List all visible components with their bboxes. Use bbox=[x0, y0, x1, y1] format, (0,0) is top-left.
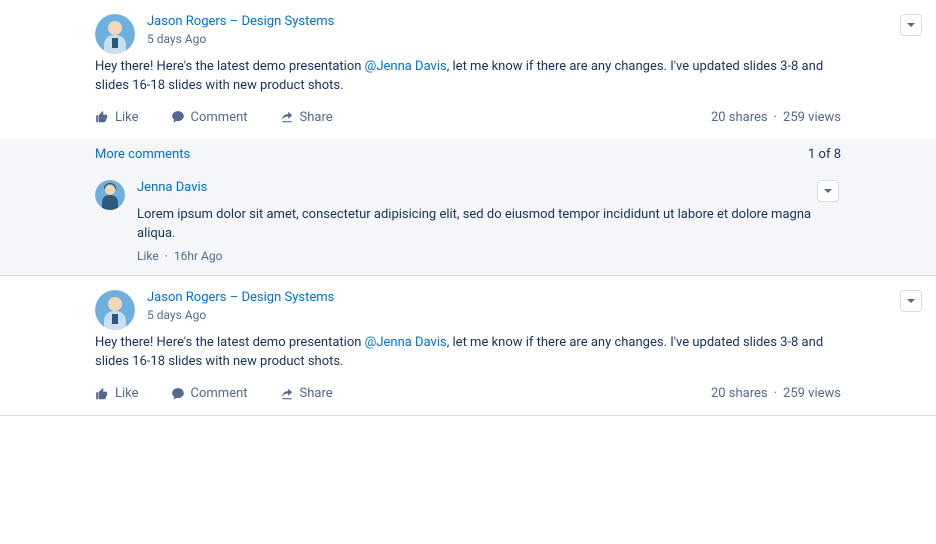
comment-icon bbox=[171, 110, 185, 124]
chevron-down-icon bbox=[823, 186, 833, 196]
avatar[interactable] bbox=[95, 180, 125, 210]
comment-button[interactable]: Comment bbox=[171, 110, 248, 125]
post-body: Hey there! Here's the latest demo presen… bbox=[0, 46, 936, 100]
comment: Jenna Davis Lorem ipsum dolor sit amet, … bbox=[0, 170, 936, 276]
comment-separator: · bbox=[159, 249, 174, 263]
more-comments-bar: More comments 1 of 8 bbox=[0, 139, 936, 170]
stats-separator: · bbox=[768, 386, 783, 401]
like-icon bbox=[95, 110, 109, 124]
mention-link[interactable]: @Jenna Davis bbox=[365, 59, 447, 74]
avatar[interactable] bbox=[95, 14, 135, 54]
post-stats: 20 shares·259 views bbox=[711, 386, 841, 401]
views-count: 259 views bbox=[783, 110, 841, 125]
post-headline: Jason Rogers – Design Systems 5 days Ago bbox=[147, 14, 900, 46]
share-label: Share bbox=[300, 110, 333, 125]
feed-post: Jason Rogers – Design Systems 5 days Ago… bbox=[0, 0, 936, 276]
comment-text: Lorem ipsum dolor sit amet, consectetur … bbox=[137, 206, 841, 244]
like-label: Like bbox=[115, 386, 139, 401]
comments-section: More comments 1 of 8 Jenna Davis bbox=[0, 139, 936, 276]
comment-icon bbox=[171, 387, 185, 401]
post-actions: Like Comment Share 20 shares·259 views bbox=[0, 100, 936, 139]
post-menu-button[interactable] bbox=[900, 290, 922, 312]
share-icon bbox=[280, 387, 294, 401]
like-button[interactable]: Like bbox=[95, 110, 139, 125]
comment-menu-button[interactable] bbox=[817, 180, 839, 202]
comment-timestamp: 16hr Ago bbox=[174, 249, 223, 263]
post-stats: 20 shares·259 views bbox=[711, 110, 841, 125]
like-button[interactable]: Like bbox=[95, 386, 139, 401]
share-icon bbox=[280, 110, 294, 124]
views-count: 259 views bbox=[783, 386, 841, 401]
comment-like-button[interactable]: Like bbox=[137, 249, 159, 263]
post-timestamp: 5 days Ago bbox=[147, 32, 900, 46]
shares-count: 20 shares bbox=[711, 110, 768, 125]
stats-separator: · bbox=[768, 110, 783, 125]
chevron-down-icon bbox=[906, 296, 916, 306]
share-label: Share bbox=[300, 386, 333, 401]
mention-link[interactable]: @Jenna Davis bbox=[365, 335, 447, 350]
author-line: Jason Rogers – Design Systems bbox=[147, 14, 900, 29]
post-body: Hey there! Here's the latest demo presen… bbox=[0, 322, 936, 376]
share-button[interactable]: Share bbox=[280, 110, 333, 125]
shares-count: 20 shares bbox=[711, 386, 768, 401]
author-link[interactable]: Jason Rogers – Design Systems bbox=[147, 14, 334, 29]
share-button[interactable]: Share bbox=[280, 386, 333, 401]
feed-post: Jason Rogers – Design Systems 5 days Ago… bbox=[0, 276, 936, 416]
like-label: Like bbox=[115, 110, 139, 125]
post-text-pre: Hey there! Here's the latest demo presen… bbox=[95, 59, 365, 74]
comment-label: Comment bbox=[191, 110, 248, 125]
more-comments-link[interactable]: More comments bbox=[95, 147, 190, 162]
comment-body: Jenna Davis Lorem ipsum dolor sit amet, … bbox=[137, 180, 841, 264]
post-actions: Like Comment Share 20 shares·259 views bbox=[0, 376, 936, 415]
post-text-pre: Hey there! Here's the latest demo presen… bbox=[95, 335, 365, 350]
post-menu-button[interactable] bbox=[900, 14, 922, 36]
comment-author-link[interactable]: Jenna Davis bbox=[137, 180, 207, 195]
comment-header: Jenna Davis bbox=[137, 180, 841, 202]
post-header: Jason Rogers – Design Systems 5 days Ago bbox=[0, 276, 936, 322]
post-timestamp: 5 days Ago bbox=[147, 308, 900, 322]
post-headline: Jason Rogers – Design Systems 5 days Ago bbox=[147, 290, 900, 322]
comment-button[interactable]: Comment bbox=[171, 386, 248, 401]
comment-footer: Like·16hr Ago bbox=[137, 249, 841, 263]
author-link[interactable]: Jason Rogers – Design Systems bbox=[147, 290, 334, 305]
comment-label: Comment bbox=[191, 386, 248, 401]
like-icon bbox=[95, 387, 109, 401]
author-line: Jason Rogers – Design Systems bbox=[147, 290, 900, 305]
post-header: Jason Rogers – Design Systems 5 days Ago bbox=[0, 0, 936, 46]
comment-pager: 1 of 8 bbox=[808, 147, 841, 162]
chevron-down-icon bbox=[906, 20, 916, 30]
